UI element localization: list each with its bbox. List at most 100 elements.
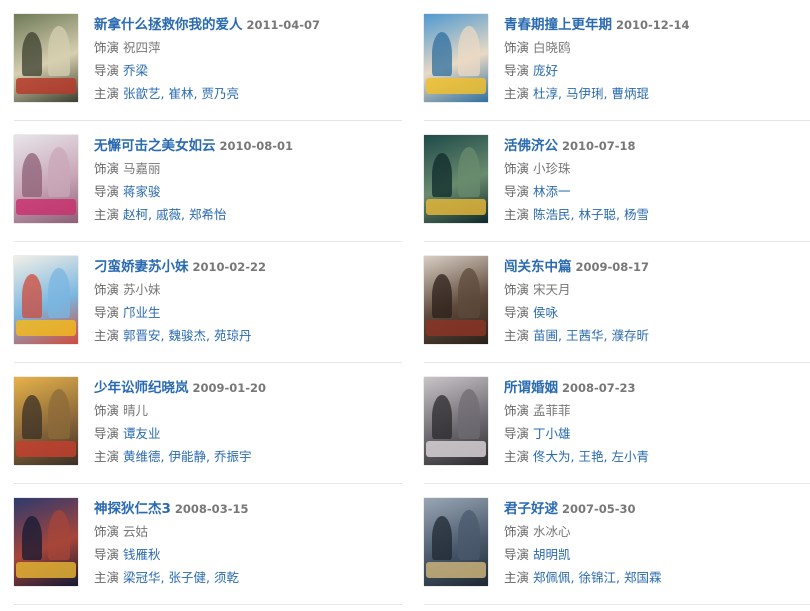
cast-separator: , [206, 570, 214, 585]
role-value: 苏小妹 [123, 282, 161, 297]
cast-row: 主演 梁冠华, 张子健, 须乾 [94, 566, 394, 589]
cast-separator: , [558, 86, 566, 101]
cast-member-link[interactable]: 须乾 [214, 570, 239, 585]
drama-title-link[interactable]: 刁蛮娇妻苏小妹 [94, 259, 189, 275]
cast-member-link[interactable]: 苗圃 [533, 328, 558, 343]
drama-title-link[interactable]: 新拿什么拯救你我的爱人 [94, 17, 243, 33]
cast-separator: , [616, 570, 624, 585]
cast-member-link[interactable]: 陈浩民 [533, 207, 571, 222]
poster-thumbnail[interactable] [424, 256, 488, 344]
role-value: 晴儿 [123, 403, 149, 418]
director-link[interactable]: 钱雁秋 [123, 547, 161, 562]
cast-member-link[interactable]: 戚薇 [156, 207, 181, 222]
drama-title-link[interactable]: 活佛济公 [504, 138, 558, 154]
title-row: 新拿什么拯救你我的爱人 2011-04-07 [94, 14, 394, 36]
director-label: 导演 [504, 547, 530, 562]
cast-member-link[interactable]: 杜淳 [533, 86, 558, 101]
drama-title-link[interactable]: 青春期撞上更年期 [504, 17, 612, 33]
director-link[interactable]: 胡明凯 [533, 547, 571, 562]
drama-title-link[interactable]: 闯关东中篇 [504, 259, 572, 275]
cast-member-link[interactable]: 马伊琍 [566, 86, 604, 101]
cast-member-link[interactable]: 乔振宇 [214, 449, 252, 464]
poster-thumbnail[interactable] [424, 135, 488, 223]
poster-thumbnail[interactable] [14, 14, 78, 102]
item-info: 君子好逑 2007-05-30 饰演 水冰心 导演 胡明凯 主演 郑佩佩, 徐锦江, 郑… [504, 498, 804, 589]
director-link[interactable]: 邝业生 [123, 305, 161, 320]
cast-member-link[interactable]: 崔林 [168, 86, 193, 101]
cast-member-link[interactable]: 左小青 [611, 449, 649, 464]
director-row: 导演 乔梁 [94, 59, 394, 82]
cast-member-link[interactable]: 杨雪 [624, 207, 649, 222]
director-link[interactable]: 庞好 [533, 63, 558, 78]
title-row: 刁蛮娇妻苏小妹 2010-02-22 [94, 256, 394, 278]
poster-figure [22, 32, 42, 76]
cast-member-link[interactable]: 濮存昕 [611, 328, 649, 343]
cast-member-link[interactable]: 郑佩佩 [533, 570, 571, 585]
poster-figure [48, 268, 70, 318]
cast-member-link[interactable]: 王茜华 [566, 328, 604, 343]
director-link[interactable]: 蒋家骏 [123, 184, 161, 199]
director-label: 导演 [94, 305, 120, 320]
drama-title-link[interactable]: 神探狄仁杰3 [94, 501, 171, 517]
role-value: 小珍珠 [533, 161, 571, 176]
poster-thumbnail[interactable] [424, 14, 488, 102]
director-link[interactable]: 丁小雄 [533, 426, 571, 441]
cast-member-link[interactable]: 黄维德 [123, 449, 161, 464]
cast-member-link[interactable]: 郑国霖 [624, 570, 662, 585]
director-link[interactable]: 谭友业 [123, 426, 161, 441]
director-link[interactable]: 乔梁 [123, 63, 148, 78]
list-item: 新拿什么拯救你我的爱人 2011-04-07 饰演 祝四萍 导演 乔梁 主演 张歆艺, … [14, 0, 402, 121]
cast-member-link[interactable]: 赵柯 [123, 207, 148, 222]
cast-separator: , [206, 449, 214, 464]
cast-member-link[interactable]: 张歆艺 [123, 86, 161, 101]
cast-member-link[interactable]: 梁冠华 [123, 570, 161, 585]
cast-member-link[interactable]: 曹炳琨 [611, 86, 649, 101]
cast-member-link[interactable]: 魏骏杰 [168, 328, 206, 343]
drama-title-link[interactable]: 所谓婚姻 [504, 380, 558, 396]
cast-separator: , [558, 328, 566, 343]
item-info: 少年讼师纪晓岚 2009-01-20 饰演 晴儿 导演 谭友业 主演 黄维德, 伊能静,… [94, 377, 394, 468]
poster-figure [432, 32, 452, 76]
item-info: 青春期撞上更年期 2010-12-14 饰演 白晓鸥 导演 庞好 主演 杜淳, 马伊琍,… [504, 14, 804, 105]
poster-thumbnail[interactable] [14, 498, 78, 586]
role-label: 饰演 [94, 524, 120, 539]
cast-list: 梁冠华, 张子健, 须乾 [123, 570, 239, 585]
drama-title-link[interactable]: 无懈可击之美女如云 [94, 138, 216, 154]
poster-figure [48, 26, 70, 76]
cast-list: 张歆艺, 崔林, 贾乃亮 [123, 86, 239, 101]
cast-member-link[interactable]: 伊能静 [168, 449, 206, 464]
director-row: 导演 丁小雄 [504, 422, 804, 445]
cast-member-link[interactable]: 佟大为 [533, 449, 571, 464]
cast-row: 主演 张歆艺, 崔林, 贾乃亮 [94, 82, 394, 105]
cast-label: 主演 [94, 449, 120, 464]
drama-title-link[interactable]: 君子好逑 [504, 501, 558, 517]
poster-thumbnail[interactable] [14, 135, 78, 223]
cast-member-link[interactable]: 张子健 [168, 570, 206, 585]
poster-thumbnail[interactable] [424, 377, 488, 465]
release-date: 2010-12-14 [616, 18, 690, 32]
cast-member-link[interactable]: 郑希怡 [189, 207, 227, 222]
poster-figure [22, 516, 42, 560]
poster-thumbnail[interactable] [14, 256, 78, 344]
cast-row: 主演 赵柯, 戚薇, 郑希怡 [94, 203, 394, 226]
cast-member-link[interactable]: 郭晋安 [123, 328, 161, 343]
release-date: 2009-08-17 [575, 260, 650, 274]
cast-member-link[interactable]: 苑琼丹 [214, 328, 252, 343]
poster-thumbnail[interactable] [424, 498, 488, 586]
drama-title-link[interactable]: 少年讼师纪晓岚 [94, 380, 189, 396]
poster-thumbnail[interactable] [14, 377, 78, 465]
cast-member-link[interactable]: 贾乃亮 [201, 86, 239, 101]
poster-title-art [426, 78, 486, 94]
cast-member-link[interactable]: 林子聪 [578, 207, 616, 222]
cast-member-link[interactable]: 王艳 [578, 449, 603, 464]
poster-figure [458, 268, 480, 318]
poster-figure [22, 153, 42, 197]
director-row: 导演 邝业生 [94, 301, 394, 324]
role-row: 饰演 马嘉丽 [94, 157, 394, 180]
director-link[interactable]: 侯咏 [533, 305, 558, 320]
role-value: 云姑 [123, 524, 149, 539]
director-row: 导演 钱雁秋 [94, 543, 394, 566]
cast-member-link[interactable]: 徐锦江 [578, 570, 616, 585]
list-item: 所谓婚姻 2008-07-23 饰演 孟菲菲 导演 丁小雄 主演 佟大为, 王艳, 左小… [424, 363, 810, 484]
director-link[interactable]: 林添一 [533, 184, 571, 199]
